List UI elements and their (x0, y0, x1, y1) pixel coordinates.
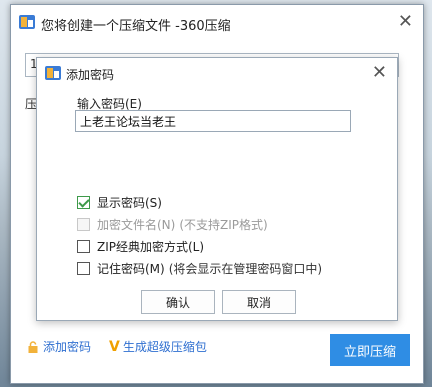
lock-icon (28, 341, 38, 353)
cancel-button[interactable]: 取消 (222, 290, 296, 314)
zip-classic-checkbox[interactable] (77, 239, 90, 253)
zip-classic-label: ZIP经典加密方式(L) (97, 239, 205, 254)
encrypt-filename-label: 加密文件名(N) (97, 217, 176, 232)
remember-password-note: (将会显示在管理密码窗口中) (168, 261, 323, 276)
dialog-title: 添加密码 (66, 68, 115, 82)
v-badge-icon: V (109, 339, 120, 355)
password-input[interactable] (75, 110, 351, 132)
encrypt-filename-note: (不支持ZIP格式) (179, 217, 268, 232)
close-icon[interactable]: ✕ (398, 13, 413, 31)
dialog-title-bar: 添加密码 ✕ (37, 58, 397, 88)
encrypt-filename-checkbox (77, 217, 90, 231)
dialog-close-icon[interactable]: ✕ (372, 64, 387, 82)
main-title: 您将创建一个压缩文件 -360压缩 (41, 19, 231, 34)
remember-password-option[interactable]: 记住密码(M) (将会显示在管理密码窗口中) (77, 260, 322, 276)
remember-password-label: 记住密码(M) (97, 261, 165, 276)
dialog-app-icon (45, 66, 61, 80)
compress-now-button[interactable]: 立即压缩 (330, 334, 410, 366)
add-password-label: 添加密码 (43, 340, 92, 354)
app-icon (19, 15, 35, 29)
zip-classic-option[interactable]: ZIP经典加密方式(L) (77, 238, 204, 254)
add-password-link[interactable]: 添加密码 (27, 338, 91, 355)
super-package-label: 生成超级压缩包 (122, 340, 207, 354)
super-package-link[interactable]: V 生成超级压缩包 (109, 338, 207, 355)
remember-password-checkbox[interactable] (77, 261, 90, 275)
encrypt-filename-option: 加密文件名(N) (不支持ZIP格式) (77, 216, 268, 232)
ok-button[interactable]: 确认 (141, 290, 215, 314)
show-password-option[interactable]: 显示密码(S) (77, 194, 162, 210)
add-password-dialog: 添加密码 ✕ 输入密码(E) 显示密码(S) 加密文件名(N) (不支持ZIP格… (36, 57, 398, 321)
show-password-checkbox[interactable] (77, 195, 90, 209)
main-title-bar: 您将创建一个压缩文件 -360压缩 ✕ (11, 5, 423, 39)
show-password-label: 显示密码(S) (97, 195, 162, 210)
